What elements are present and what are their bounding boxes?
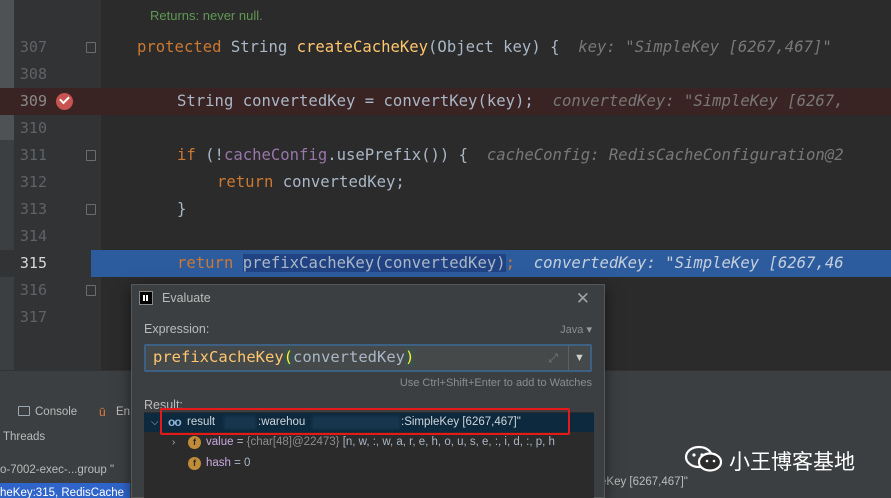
line-number: 316 — [19, 281, 47, 299]
field-icon: f — [188, 457, 201, 470]
method-name: createCacheKey — [296, 38, 429, 56]
code-line-313[interactable]: 313 } — [0, 196, 891, 223]
field-entry: hash = 0 — [206, 457, 251, 469]
line-number: 313 — [19, 200, 47, 218]
code-text: } — [177, 200, 187, 218]
line-number: 311 — [19, 146, 47, 164]
line-number: 307 — [19, 38, 47, 56]
keyword: return — [217, 173, 274, 191]
code-line-310[interactable]: 310 — [0, 115, 891, 142]
expression-arg: convertedKey — [293, 348, 405, 366]
endpoints-tab-label: En — [116, 406, 131, 418]
code-text: if (!cacheConfig.usePrefix()) { cacheCon… — [177, 142, 844, 169]
breakpoint-icon[interactable] — [56, 93, 73, 110]
code-line-311[interactable]: 311 if (!cacheConfig.usePrefix()) { cach… — [0, 142, 891, 169]
console-tab[interactable]: Console — [18, 404, 77, 420]
line-number: 317 — [19, 308, 47, 326]
endpoints-icon: ū — [99, 405, 106, 419]
language-selector[interactable]: Java — [560, 323, 592, 336]
watermark-text: 小王博客基地 — [729, 450, 855, 474]
declaration: String convertedKey = — [177, 92, 384, 110]
args: (key); — [477, 92, 534, 110]
code-text: protected String createCacheKey(Object k… — [137, 34, 832, 61]
javadoc-returns: Returns: never null. — [150, 8, 263, 23]
code-text: String convertedKey = convertKey(key); c… — [177, 88, 844, 115]
close-icon[interactable]: ✕ — [576, 289, 590, 309]
chevron-right-icon[interactable]: › — [172, 433, 175, 452]
highlight-box — [160, 408, 570, 435]
field-name: value — [206, 436, 234, 448]
expression-method: prefixCacheKey — [153, 348, 284, 366]
expression-text: prefixCacheKey(convertedKey) — [153, 348, 415, 366]
code-line-314[interactable]: 314 — [0, 223, 891, 250]
code-line-315-current[interactable]: 315 return prefixCacheKey(convertedKey);… — [0, 250, 891, 277]
params: (Object key) { — [428, 38, 560, 56]
console-icon — [18, 406, 30, 416]
field-type: {char[48]@22473} — [246, 436, 340, 448]
field-icon: f — [188, 436, 201, 449]
line-number: 310 — [19, 119, 47, 137]
tree-row-value[interactable]: › f value = {char[48]@22473} [n, w, :, w… — [144, 433, 594, 452]
watch-hint: Use Ctrl+Shift+Enter to add to Watches — [399, 377, 592, 389]
history-dropdown-button[interactable]: ▼ — [568, 346, 590, 370]
semicolon: ; — [505, 254, 515, 272]
dialog-titlebar[interactable]: Evaluate ✕ — [132, 285, 604, 312]
field-name: hash — [206, 457, 231, 469]
expression-input[interactable]: prefixCacheKey(convertedKey) ⤢ ▼ — [144, 344, 592, 372]
inline-value-hint: key: "SimpleKey [6267,467]" — [578, 38, 832, 56]
stack-frame-selected[interactable]: heKey:315, RedisCache — [0, 483, 130, 498]
code-text: return prefixCacheKey(convertedKey); con… — [177, 250, 844, 277]
variables-value: eKey [6267,467]" — [600, 476, 688, 488]
dialog-title: Evaluate — [162, 291, 211, 305]
field-value: [n, w, :, w, a, r, e, h, o, u, s, e, :, … — [339, 436, 555, 448]
inline-value-hint: convertedKey: "SimpleKey [6267,46 — [533, 254, 844, 272]
method-call: .usePrefix()) { — [327, 146, 469, 164]
paren: (! — [195, 146, 224, 164]
selected-expression: prefixCacheKey(convertedKey) — [242, 254, 506, 272]
console-tab-label: Console — [35, 406, 78, 418]
expand-icon[interactable]: ⤢ — [548, 351, 558, 366]
inline-value-hint: convertedKey: "SimpleKey [6267, — [552, 92, 844, 110]
fold-marker[interactable] — [86, 204, 96, 215]
tree-row-hash[interactable]: f hash = 0 — [144, 454, 594, 473]
fold-marker[interactable] — [86, 285, 96, 296]
code-line-312[interactable]: 312 return convertedKey; — [0, 169, 891, 196]
field-value: 0 — [244, 457, 251, 469]
field-name: cacheConfig — [223, 146, 328, 164]
return-expr: convertedKey; — [273, 173, 405, 191]
evaluate-dialog: Evaluate ✕ Expression: Java prefixCacheK… — [131, 284, 605, 498]
fold-marker[interactable] — [86, 42, 96, 53]
code-line-309[interactable]: 309 String convertedKey = convertKey(key… — [0, 88, 891, 115]
expression-label: Expression: — [144, 322, 210, 336]
code-text: return convertedKey; — [217, 169, 405, 196]
keyword: return — [177, 254, 234, 272]
threads-label: Threads — [3, 431, 46, 443]
code-line-307[interactable]: 307 protected String createCacheKey(Obje… — [0, 34, 891, 61]
endpoints-tab[interactable]: ū En — [99, 404, 130, 420]
keyword: if — [177, 146, 196, 164]
line-number: 314 — [19, 227, 47, 245]
inline-value-hint: cacheConfig: RedisCacheConfiguration@2 — [486, 146, 844, 164]
code-line-308[interactable]: 308 — [0, 61, 891, 88]
method-call: convertKey — [383, 92, 478, 110]
wechat-icon — [684, 445, 723, 472]
line-number: 315 — [19, 254, 47, 272]
chevron-down-icon[interactable]: ⌵ — [151, 413, 159, 432]
thread-selector[interactable]: o-7002-exec-...group " — [0, 460, 130, 480]
line-number: 312 — [19, 173, 47, 191]
line-number: 309 — [19, 92, 47, 110]
type-name: String — [221, 38, 297, 56]
field-entry: value = {char[48]@22473} [n, w, :, w, a,… — [206, 436, 555, 448]
fold-marker[interactable] — [86, 150, 96, 161]
keyword: protected — [137, 38, 222, 56]
intellij-icon — [139, 291, 153, 305]
line-number: 308 — [19, 65, 47, 83]
